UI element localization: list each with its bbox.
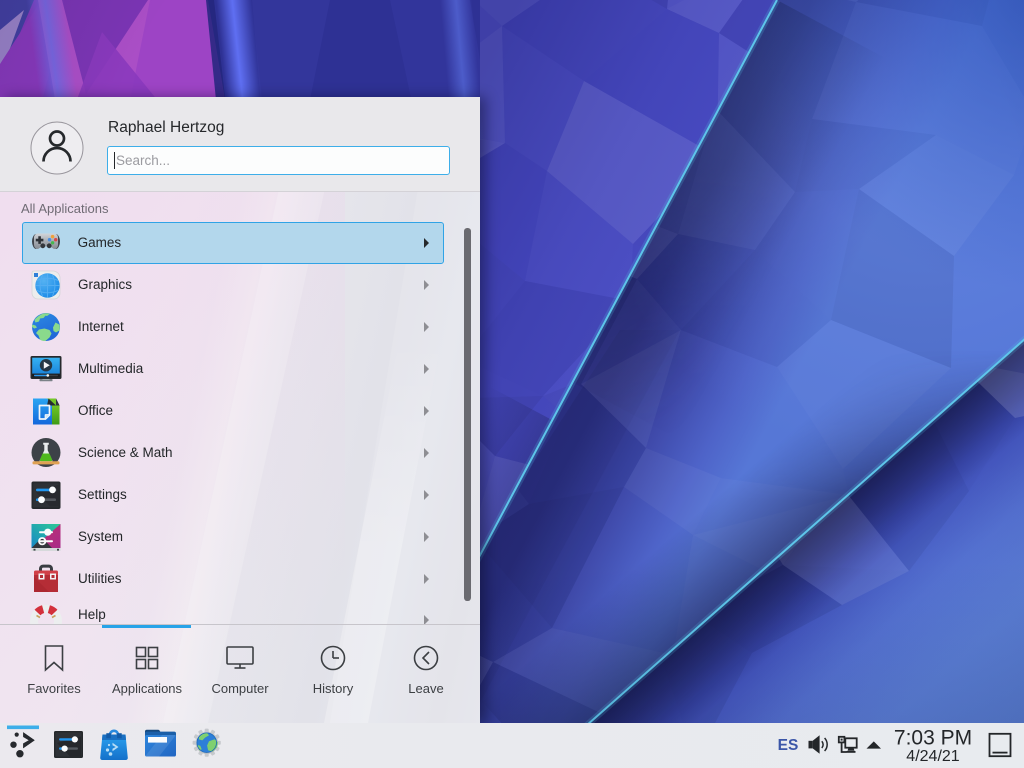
svg-text:ES: ES: [778, 737, 799, 754]
svg-text:7:03 PM: 7:03 PM: [894, 727, 972, 750]
svg-text:4/24/21: 4/24/21: [906, 748, 959, 765]
